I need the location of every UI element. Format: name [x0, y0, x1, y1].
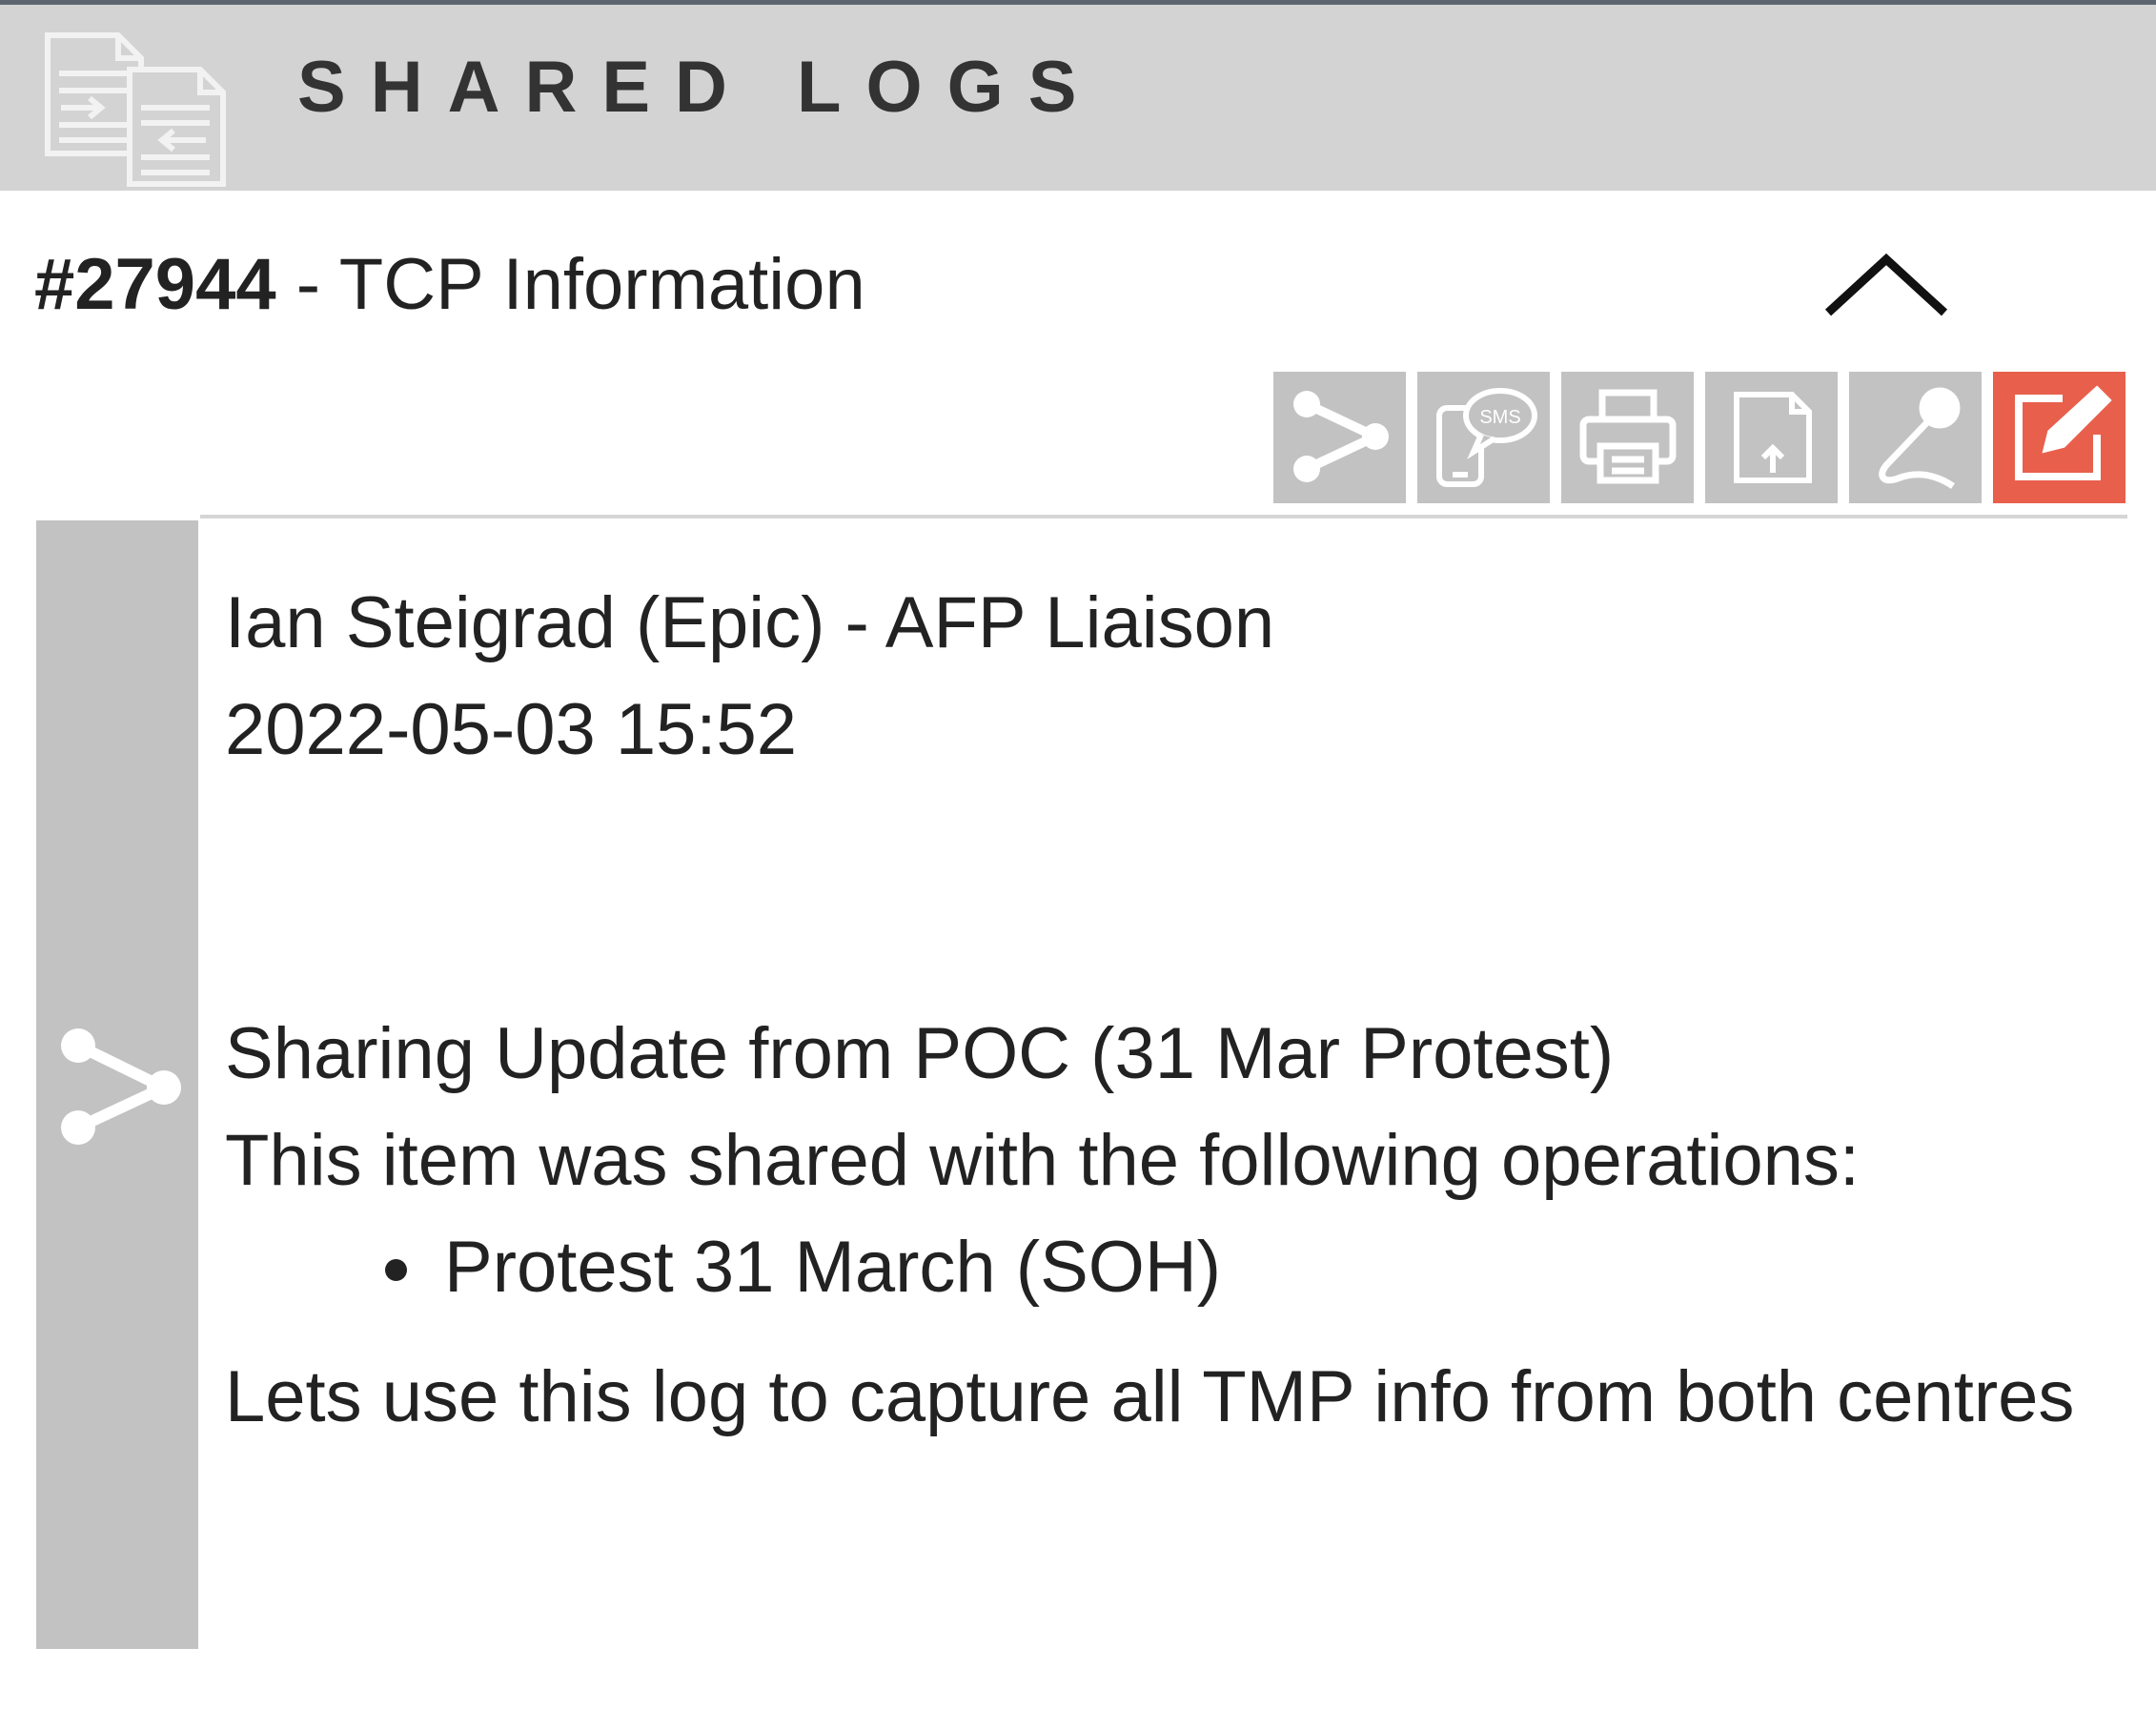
- share-intro: This item was shared with the following …: [225, 1120, 1861, 1201]
- entry-note: Lets use this log to capture all TMP inf…: [225, 1356, 2075, 1437]
- log-title-separator: -: [275, 244, 339, 325]
- log-title-text: TCP Information: [338, 244, 865, 325]
- log-title: #27944 - TCP Information: [34, 242, 865, 328]
- list-item: Protest 31 March (SOH): [435, 1214, 2112, 1321]
- entry-author: Ian Steigrad (Epic) - AFP Liaison: [225, 582, 1275, 663]
- entry-timestamp: 2022-05-03 15:52: [225, 689, 798, 770]
- panel-title: SHARED LOGS: [297, 47, 1102, 128]
- share-icon: [50, 1015, 193, 1158]
- print-button[interactable]: [1561, 372, 1694, 503]
- microphone-icon: [1860, 379, 1972, 497]
- collapse-button[interactable]: [1815, 238, 1958, 334]
- panel-header: SHARED LOGS: [0, 0, 2156, 191]
- document-export-icon: [1716, 379, 1828, 497]
- print-icon: [1572, 379, 1684, 497]
- shared-operations-list: Protest 31 March (SOH): [225, 1214, 2112, 1321]
- dictate-button[interactable]: [1849, 372, 1982, 503]
- log-toolbar: SMS: [1273, 372, 2125, 503]
- log-id: #27944: [34, 244, 276, 325]
- shared-documents-icon: [42, 31, 242, 190]
- shared-logs-panel: SHARED LOGS #27944 - TCP Information SMS…: [0, 0, 2156, 1729]
- sms-icon: SMS: [1428, 379, 1540, 497]
- edit-icon: [2003, 379, 2116, 497]
- edit-button[interactable]: [1993, 372, 2125, 503]
- share-icon: [1284, 379, 1396, 497]
- chevron-up-icon: [1815, 253, 1958, 337]
- log-entry: Ian Steigrad (Epic) - AFP Liaison 2022-0…: [225, 570, 2112, 1451]
- share-update-title: Sharing Update from POC (31 Mar Protest): [225, 1013, 1615, 1094]
- entry-divider: [200, 515, 2127, 519]
- export-button[interactable]: [1705, 372, 1838, 503]
- sms-icon-text: SMS: [1479, 407, 1520, 428]
- share-button[interactable]: [1273, 372, 1406, 503]
- sms-button[interactable]: SMS: [1417, 372, 1550, 503]
